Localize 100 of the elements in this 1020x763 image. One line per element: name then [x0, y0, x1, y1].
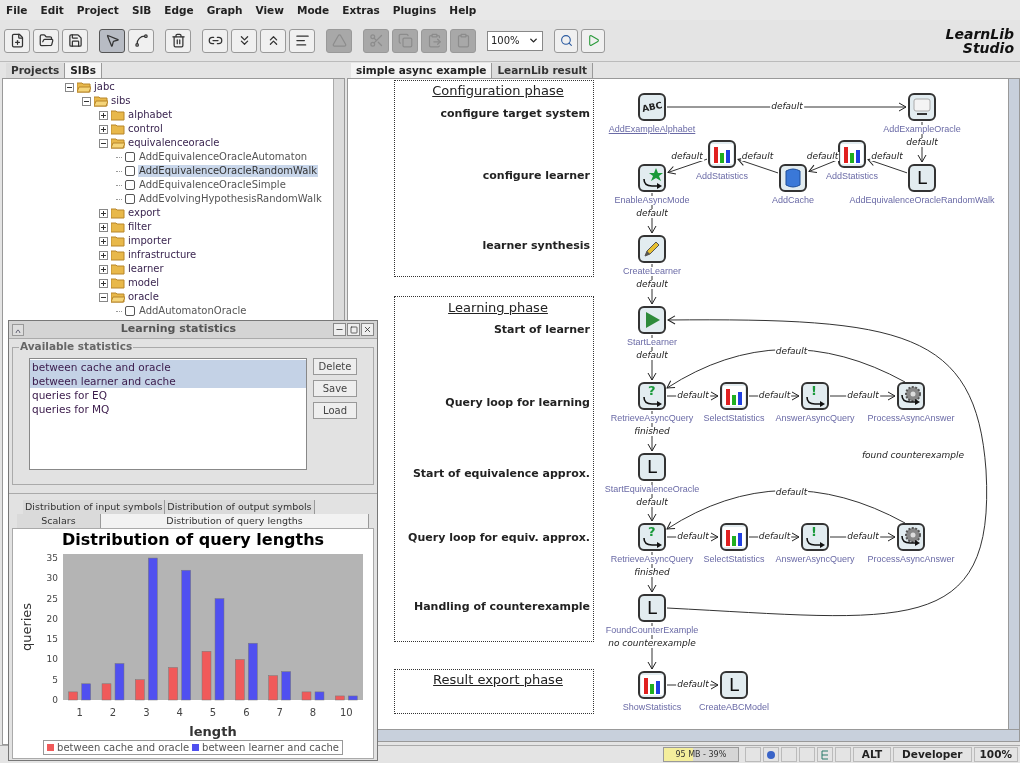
menu-item[interactable]: Extras — [342, 4, 380, 16]
node-glyph: ? — [648, 384, 656, 397]
chart-tab[interactable]: Distribution of input symbols — [23, 500, 166, 514]
node-label: AddExampleAlphabet — [608, 125, 696, 134]
search-icon — [559, 34, 573, 47]
expand-icon[interactable] — [99, 236, 108, 246]
list-icon — [820, 749, 829, 760]
editor-tab[interactable]: LearnLib result — [492, 63, 594, 78]
y-tick-label: 35 — [46, 553, 58, 564]
tree-item[interactable]: AddAutomatonOracle — [138, 305, 248, 317]
toolbar-button[interactable] — [165, 28, 191, 53]
tree-item[interactable]: learner — [128, 264, 164, 274]
minimize-button[interactable] — [333, 323, 346, 336]
zoom-dropdown[interactable]: 100% — [487, 30, 543, 51]
tree-item[interactable]: AddEquivalenceOracleSimple — [138, 179, 287, 191]
collapse-icon[interactable] — [82, 96, 91, 106]
expand-icon[interactable] — [99, 110, 108, 120]
close-button[interactable] — [361, 323, 374, 336]
toolbar-button[interactable] — [202, 28, 228, 53]
bar — [101, 683, 112, 701]
node-glyph: L — [917, 169, 927, 187]
tree-item[interactable]: oracle — [128, 292, 159, 302]
folder-icon — [111, 277, 125, 289]
menu-item[interactable]: Mode — [296, 4, 330, 16]
tree-item[interactable]: model — [128, 278, 160, 288]
scrollbar[interactable] — [1008, 79, 1019, 729]
edge-label: default — [846, 391, 880, 400]
triangle-icon — [331, 33, 347, 48]
menu-item[interactable]: Plugins — [392, 4, 437, 16]
tree-item[interactable]: AddEquivalenceOracleAutomaton — [138, 151, 309, 163]
folder-icon — [77, 81, 91, 93]
tree-item[interactable]: importer — [128, 236, 172, 246]
sib-icon — [125, 306, 135, 316]
toolbar-button[interactable] — [128, 28, 154, 53]
menu-item[interactable]: File — [6, 4, 28, 16]
expand-icon[interactable] — [99, 124, 108, 134]
curved-arrow-icon — [805, 538, 827, 548]
list-item[interactable]: between learner and cache — [30, 374, 306, 388]
node-label: CreateLearner — [623, 267, 681, 276]
open-folder-icon — [38, 33, 54, 48]
expand-icon[interactable] — [99, 278, 108, 288]
save-icon — [67, 33, 83, 48]
toolbar-button[interactable] — [62, 28, 88, 53]
tree-item[interactable]: infrastructure — [128, 250, 197, 260]
toolbar-button[interactable] — [33, 28, 59, 53]
toolbar-button[interactable] — [4, 28, 30, 53]
toolbar-button[interactable] — [289, 28, 315, 53]
list-item[interactable]: queries for EQ — [30, 388, 306, 402]
tree-item[interactable]: AddEquivalenceOracleRandomWalk — [138, 165, 318, 177]
tree-item[interactable]: AddEvolvingHypothesisRandomWalk — [138, 193, 323, 205]
list-item[interactable]: queries for MQ — [30, 402, 306, 416]
list-item[interactable]: between cache and oracle — [30, 360, 306, 374]
menu-item[interactable]: Edit — [40, 4, 64, 16]
x-tick-label: 7 — [276, 707, 283, 718]
menu-item[interactable]: SIB — [131, 4, 152, 16]
panel-tab[interactable]: SIBs — [65, 63, 103, 78]
node-label: AddEquivalenceOracleRandomWalk — [849, 196, 995, 205]
tree-item[interactable]: sibs — [111, 96, 131, 106]
expand-icon[interactable] — [99, 208, 108, 218]
editor-tab[interactable]: simple async example — [351, 63, 493, 78]
curve-icon — [133, 33, 149, 48]
bar — [268, 675, 278, 701]
toolbar-button[interactable] — [99, 28, 125, 53]
menu-item[interactable]: Help — [449, 4, 477, 16]
collapse-icon[interactable] — [99, 138, 108, 148]
tree-item[interactable]: alphabet — [128, 110, 173, 120]
collapse-icon[interactable] — [99, 292, 108, 302]
menu-item[interactable]: Graph — [206, 4, 243, 16]
window-button[interactable]: Load — [313, 402, 357, 419]
node-glyph: L — [647, 458, 657, 476]
tree-item[interactable]: equivalenceoracle — [128, 138, 220, 148]
expand-icon[interactable] — [99, 250, 108, 260]
node-glyph: L — [647, 599, 657, 617]
node-label: EnableAsyncMode — [614, 196, 690, 205]
tree-item[interactable]: jabc — [94, 82, 115, 92]
menu-item[interactable]: Project — [76, 4, 119, 16]
chart-tab[interactable]: Distribution of output symbols — [165, 500, 315, 514]
edge-label: default — [635, 351, 669, 360]
phase-title: Result export phase — [433, 673, 563, 686]
expand-icon[interactable] — [99, 264, 108, 274]
chart-tab[interactable]: Distribution of query lengths — [101, 514, 369, 528]
x-tick-label: 4 — [176, 707, 183, 718]
menu-item[interactable]: View — [255, 4, 284, 16]
node-label: RetrieveAsyncQuery — [610, 555, 694, 564]
maximize-button[interactable] — [347, 323, 360, 336]
tree-item[interactable]: export — [128, 208, 161, 218]
tree-item[interactable]: filter — [128, 222, 152, 232]
toolbar-button[interactable] — [231, 28, 257, 53]
bar — [81, 683, 91, 701]
window-button[interactable]: Save — [313, 380, 357, 397]
panel-tab[interactable]: Projects — [6, 63, 66, 78]
expand-icon[interactable] — [99, 222, 108, 232]
tree-item[interactable]: control — [128, 124, 163, 134]
menu-item[interactable]: Edge — [164, 4, 194, 16]
chart-title: Distribution of query lengths — [61, 532, 325, 548]
collapse-icon[interactable] — [65, 82, 74, 92]
toolbar-button[interactable] — [260, 28, 286, 53]
window-button[interactable]: Delete — [313, 358, 357, 375]
x-tick-label: 2 — [109, 707, 117, 718]
chart-tab[interactable]: Scalars — [17, 514, 101, 528]
